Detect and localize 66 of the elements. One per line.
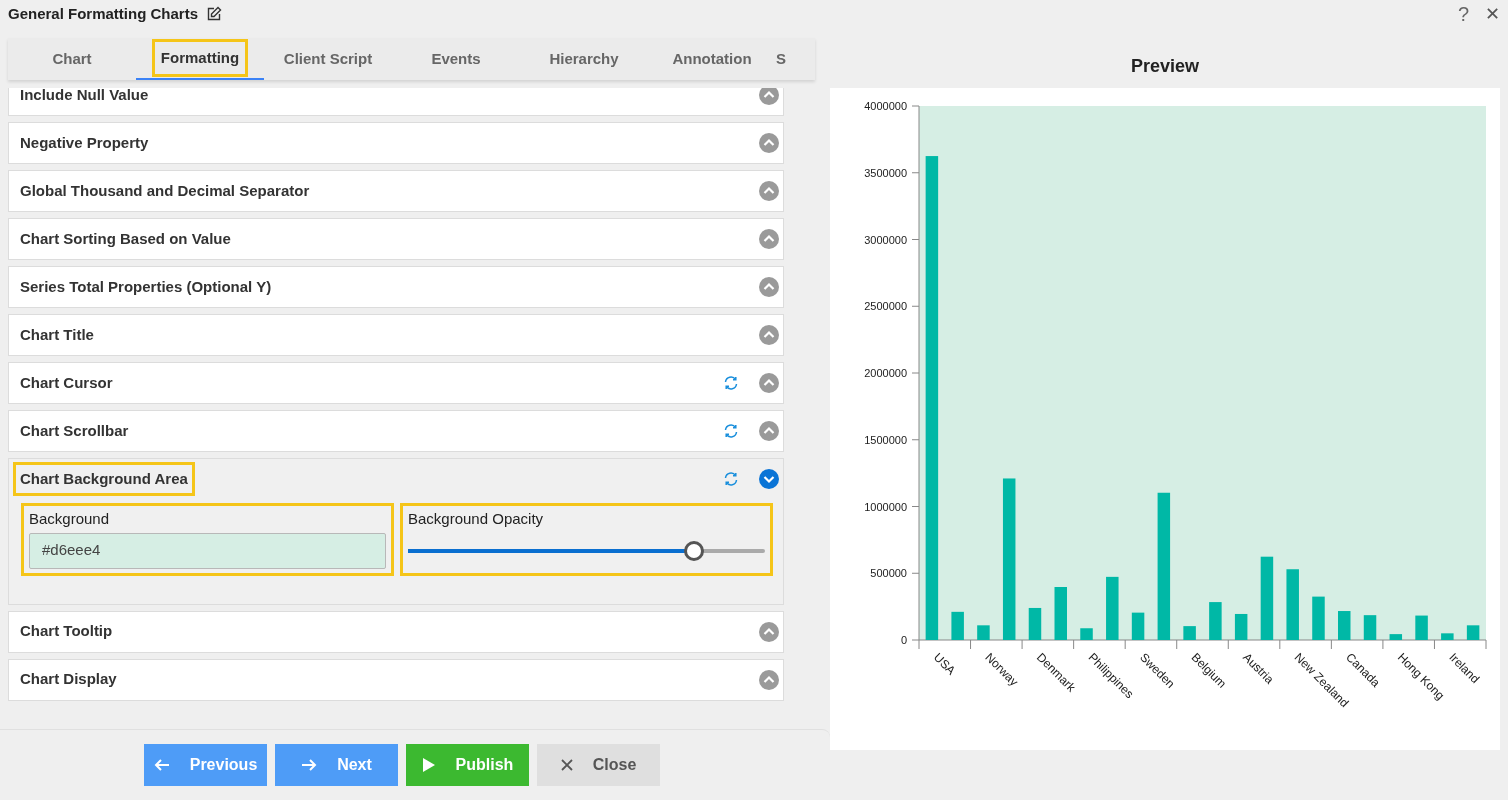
bar: [1209, 602, 1222, 640]
section-title[interactable]: Chart Sorting Based on Value: [13, 221, 238, 257]
color-input-field[interactable]: #d6eee4: [29, 532, 386, 569]
section-title[interactable]: Global Thousand and Decimal Separator: [13, 173, 317, 209]
right-arrow-icon: [301, 758, 318, 772]
section-title[interactable]: Negative Property: [13, 125, 156, 161]
bar: [1286, 569, 1299, 640]
y-tick-label: 4000000: [864, 100, 907, 112]
collapse-icon[interactable]: [759, 277, 779, 297]
tab[interactable]: Client Script: [264, 38, 392, 80]
collapse-icon[interactable]: [759, 325, 779, 345]
section-title[interactable]: Chart Background Area: [13, 461, 195, 497]
refresh-icon[interactable]: [723, 471, 739, 487]
collapse-icon[interactable]: [759, 621, 779, 642]
expand-icon[interactable]: [759, 469, 779, 489]
y-tick-label: 2000000: [864, 367, 907, 379]
bar: [977, 625, 990, 640]
collapse-icon[interactable]: [759, 88, 779, 105]
tab[interactable]: Events: [392, 38, 520, 80]
bar: [951, 611, 964, 640]
bar: [1441, 633, 1454, 640]
section-title[interactable]: Chart Title: [13, 317, 101, 353]
tab[interactable]: Chart: [8, 38, 136, 80]
bar: [1389, 634, 1403, 640]
section-title[interactable]: Series Total Properties (Optional Y): [13, 269, 279, 305]
section-title[interactable]: Chart Display: [13, 662, 124, 697]
bar: [1312, 596, 1325, 640]
y-tick-label: 0: [900, 634, 907, 646]
y-tick-label: 3000000: [864, 233, 907, 246]
help-button[interactable]: ?: [1457, 0, 1469, 29]
refresh-icon[interactable]: [723, 423, 739, 439]
section-title[interactable]: Chart Tooltip: [13, 614, 120, 649]
section-title[interactable]: Include Null Value: [13, 88, 156, 113]
tab[interactable]: S: [776, 38, 806, 80]
section-title[interactable]: Chart Scrollbar: [13, 413, 136, 449]
preview-title: Preview: [1130, 54, 1199, 78]
y-tick-label: 2500000: [864, 300, 907, 313]
bar: [1415, 615, 1428, 640]
window-title: General Formatting Charts: [8, 3, 199, 24]
play-icon: [421, 757, 436, 773]
y-tick-label: 1500000: [864, 433, 907, 446]
close-button[interactable]: Close: [537, 744, 660, 786]
collapse-icon[interactable]: [759, 421, 779, 441]
bar: [1183, 626, 1196, 640]
edit-icon[interactable]: [206, 6, 223, 22]
opacity-slider[interactable]: [408, 540, 765, 561]
collapse-icon[interactable]: [759, 229, 779, 249]
collapse-icon[interactable]: [759, 373, 779, 393]
refresh-icon[interactable]: [723, 375, 739, 391]
field-label: Background Opacity: [408, 509, 545, 529]
bar: [1106, 576, 1119, 640]
y-tick-label: 3500000: [864, 166, 907, 179]
bar: [1338, 611, 1351, 640]
tab[interactable]: Annotation: [648, 38, 776, 80]
section-title[interactable]: Chart Cursor: [13, 365, 120, 401]
close-button[interactable]: ✕: [1485, 0, 1500, 28]
y-tick-label: 1000000: [864, 500, 907, 513]
collapse-icon[interactable]: [759, 669, 779, 690]
tab[interactable]: Hierarchy: [520, 38, 648, 80]
collapse-icon[interactable]: [759, 133, 779, 153]
collapse-icon[interactable]: [759, 181, 779, 201]
bar: [1080, 628, 1093, 640]
field-label: Background: [29, 509, 111, 529]
close-icon: [560, 759, 573, 771]
y-tick-label: 500000: [870, 567, 907, 580]
left-arrow-icon: [153, 758, 170, 772]
